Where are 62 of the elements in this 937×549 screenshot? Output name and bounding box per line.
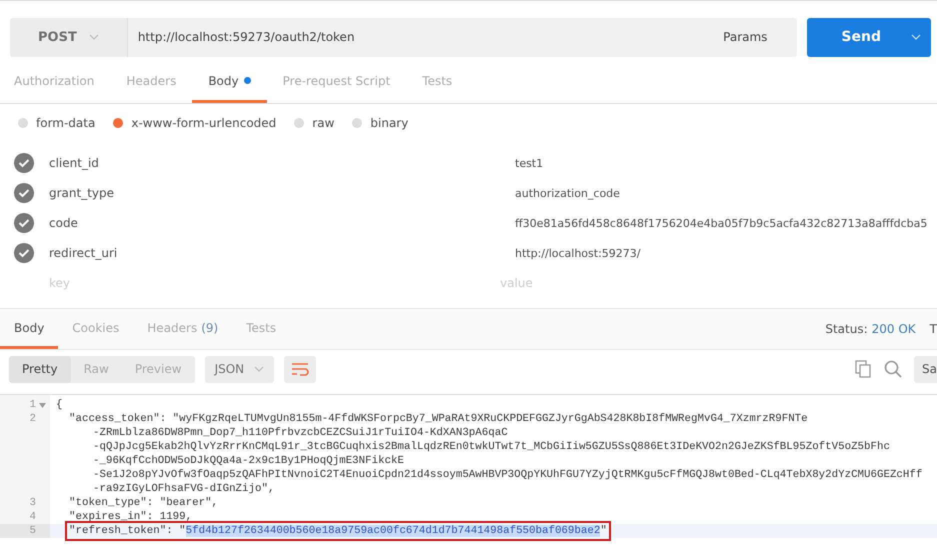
radio-button[interactable] — [352, 118, 362, 128]
radio-label[interactable]: form-data — [36, 116, 96, 130]
param-value: http://localhost:59273/ — [515, 246, 640, 260]
code-line: -qQJpJcg5Ekab2hQlvYzRrrKnCMqL91r_3tcBGCuqhxis2BmalLqdzREn0twkUTwt7t_MCbGiIiw5GZU5SsQ886Et3IDeKVO2n2GJeZKSfBL95ZoftV5oZ5bFhc — [93, 441, 890, 453]
radio-label[interactable]: x-www-form-urlencoded — [131, 116, 276, 130]
code-line: -_96KqfCchODW5oDJkQQa4a-2x9c1By1PHoqQjmE3NFikckE — [93, 455, 404, 467]
copy-icon[interactable] — [854, 360, 872, 378]
request-tab[interactable]: Authorization — [0, 61, 110, 103]
chevron-icon — [911, 34, 921, 40]
param-key: grant_type — [34, 186, 515, 200]
wrap-button[interactable] — [284, 356, 316, 382]
line-number: 5 — [30, 524, 36, 538]
code-line: -ra9zIGyLOFhsaFVG-dIGnZijo", — [93, 483, 274, 495]
search-icon[interactable] — [884, 360, 902, 378]
param-key: redirect_uri — [34, 246, 515, 260]
save-button[interactable]: Sa — [914, 356, 937, 382]
radio-button[interactable] — [18, 118, 28, 128]
request-tab[interactable]: Tests — [406, 61, 468, 103]
response-tab[interactable]: Cookies — [58, 309, 134, 349]
response-tab[interactable]: Body — [0, 309, 58, 349]
checkbox[interactable] — [14, 183, 34, 203]
time-label: T — [928, 322, 937, 336]
code-line: "expires_in": 1199, — [69, 511, 192, 523]
code-line: "token_type": "bearer", — [69, 497, 218, 509]
radio-label[interactable]: binary — [370, 116, 408, 130]
method-dropdown[interactable]: POST — [10, 18, 128, 56]
format-button[interactable]: Pretty — [9, 356, 71, 382]
param-value: test1 — [515, 156, 544, 170]
language-dropdown[interactable]: JSON — [204, 356, 274, 382]
response-tab[interactable]: Tests — [232, 309, 290, 349]
url-field[interactable]: http://localhost:59273/oauth2/token — [128, 18, 694, 56]
checkbox[interactable] — [14, 213, 34, 233]
indicator-dot — [244, 77, 251, 84]
line-number: 4 — [30, 510, 36, 524]
param-key: client_id — [34, 156, 515, 170]
checkbox[interactable] — [14, 243, 34, 263]
params-button[interactable]: Params — [693, 18, 798, 56]
line-number: 3 — [30, 496, 36, 510]
param-value: ff30e81a56fd458c8648f1756204e4ba05f7b9c5acfa432c82713a8afffdcba5 — [515, 216, 928, 230]
wrap-lines-icon — [291, 362, 310, 376]
request-tab[interactable]: Headers — [110, 61, 192, 103]
code-line: { — [56, 399, 62, 411]
request-tab[interactable]: Pre-request Script — [266, 61, 406, 103]
request-tab[interactable]: Body — [192, 61, 267, 103]
status-label: Status: — [825, 322, 868, 336]
radio-button[interactable] — [294, 118, 304, 128]
chevron-icon — [88, 34, 99, 40]
radio-label[interactable]: raw — [312, 116, 334, 130]
line-number: 1 — [30, 398, 36, 412]
fold-arrow-icon[interactable] — [39, 402, 46, 408]
line-number: 2 — [30, 412, 36, 426]
param-key: code — [34, 216, 515, 230]
radio-button[interactable] — [113, 118, 124, 128]
send-button[interactable]: Send — [807, 18, 931, 56]
checkbox[interactable] — [14, 153, 34, 173]
response-tab[interactable]: Headers (9) — [133, 309, 232, 349]
param-value: authorization_code — [515, 186, 620, 200]
code-line: "access_token": "wyFKgzRqeLTUMvgUn8155m-4FfdWKSForpcBy7_WPaRAt9XRuCKPDEFGGZJyrGgAbS428K8bI8fMWRegMvG4_7XzmrzR9FNTe — [69, 413, 808, 425]
chevron-icon — [254, 366, 264, 372]
code-line: -ZRmLblza86DW8Pmn_Dop7_h110PfrbvzcbCEZCSuiJ1rTuiIO4-KdXAN3pA6qaC — [93, 427, 508, 439]
status-value: 200 OK — [872, 322, 916, 336]
code-line: -Se1J2o8pYJvOfw3fOaqp5zQAFhPItNvnoiC2T4EnuoiCpdn21d4ssoym5AwHBVP3OQpYKUhFGU7YZyjQtRMKgu5cFfMGQJ8wt0Bed-CLq4TebX8y2dYzCMU6GEZcHff — [93, 469, 922, 481]
